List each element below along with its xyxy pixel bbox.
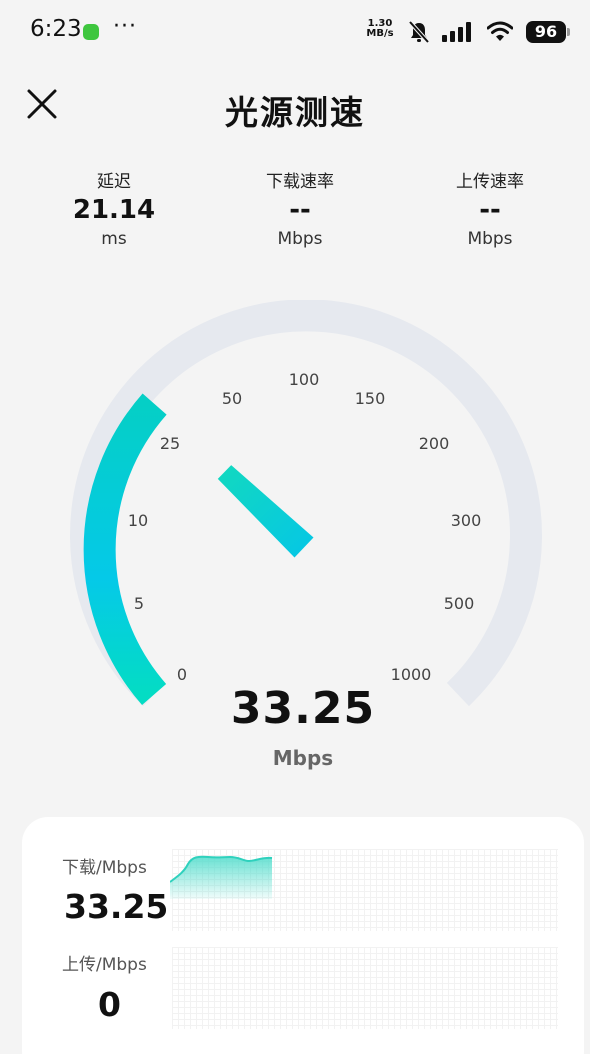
download-rate-label: 下载速率 xyxy=(266,172,334,192)
current-speed-value: 33.25 xyxy=(230,683,376,734)
wifi-icon xyxy=(487,21,513,41)
results-card: 下载/Mbps 33.25 上传/Mbps 0 xyxy=(22,817,584,1054)
latency-value: 21.14 xyxy=(72,195,156,225)
download-rate-metric: 下载速率 -- Mbps xyxy=(220,170,380,252)
download-rate-unit: Mbps xyxy=(277,229,323,249)
battery-icon: 96 xyxy=(526,21,570,43)
gauge-progress xyxy=(83,393,167,706)
mute-bell-icon xyxy=(408,20,430,44)
upload-chart-grid xyxy=(172,947,558,1029)
gauge-label-200: 200 xyxy=(419,434,450,453)
upload-rate-value: -- xyxy=(479,195,501,225)
current-speed-unit: Mbps xyxy=(272,746,334,770)
gauge-label-300: 300 xyxy=(451,511,482,530)
upload-rate-unit: Mbps xyxy=(467,229,513,249)
status-time: 6:23 xyxy=(30,16,82,42)
gauge-label-5: 5 xyxy=(134,594,144,613)
gauge-label-500: 500 xyxy=(444,594,475,613)
gauge-label-0: 0 xyxy=(177,665,187,684)
gauge-label-50: 50 xyxy=(222,389,242,408)
upload-rate-metric: 上传速率 -- Mbps xyxy=(410,170,570,252)
gauge-label-150: 150 xyxy=(355,389,386,408)
chat-app-icon xyxy=(83,24,99,40)
network-speed-unit: MB/s xyxy=(366,28,394,39)
upload-result-value: 0 xyxy=(98,985,121,1024)
download-result-label: 下载/Mbps xyxy=(62,858,147,878)
download-result-value: 33.25 xyxy=(64,887,169,926)
signal-strength-icon xyxy=(442,22,471,42)
upload-result-label: 上传/Mbps xyxy=(62,955,147,975)
gauge-label-10: 10 xyxy=(128,511,148,530)
network-speed: 1.30 MB/s xyxy=(364,19,396,39)
status-bar: 6:23 ··· 1.30 MB/s 96 xyxy=(0,0,590,66)
gauge-label-1000: 1000 xyxy=(391,665,432,684)
gauge-label-100: 100 xyxy=(289,370,320,389)
more-notifications-icon: ··· xyxy=(113,14,137,39)
gauge-needle xyxy=(217,465,314,558)
latency-label: 延迟 xyxy=(97,172,131,192)
gauge-label-25: 25 xyxy=(160,434,180,453)
speed-gauge: 0 5 10 25 50 100 150 200 300 500 1000 xyxy=(70,300,542,707)
latency-metric: 延迟 21.14 ms xyxy=(34,170,194,252)
download-rate-value: -- xyxy=(289,195,311,225)
page-title: 光源测速 xyxy=(225,93,365,132)
latency-unit: ms xyxy=(101,229,127,249)
download-sparkline xyxy=(170,855,273,899)
upload-rate-label: 上传速率 xyxy=(456,172,524,192)
